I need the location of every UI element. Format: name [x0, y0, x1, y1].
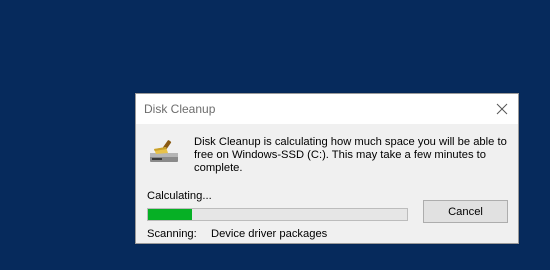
window-title: Disk Cleanup: [144, 102, 216, 116]
close-icon: [496, 103, 508, 115]
progress-label: Calculating...: [147, 190, 212, 202]
scanning-item: Device driver packages: [211, 228, 328, 240]
title-bar[interactable]: Disk Cleanup: [136, 94, 518, 124]
status-message: Disk Cleanup is calculating how much spa…: [194, 136, 507, 174]
progress-bar-fill: [148, 209, 193, 220]
scanning-label: Scanning:: [147, 228, 197, 240]
close-button[interactable]: [486, 94, 518, 124]
disk-cleanup-dialog: Disk Cleanup Disk Cleanup is calculating…: [135, 93, 519, 244]
cancel-button[interactable]: Cancel: [423, 200, 508, 223]
progress-bar: [147, 208, 408, 221]
disk-cleanup-icon: [148, 139, 182, 165]
